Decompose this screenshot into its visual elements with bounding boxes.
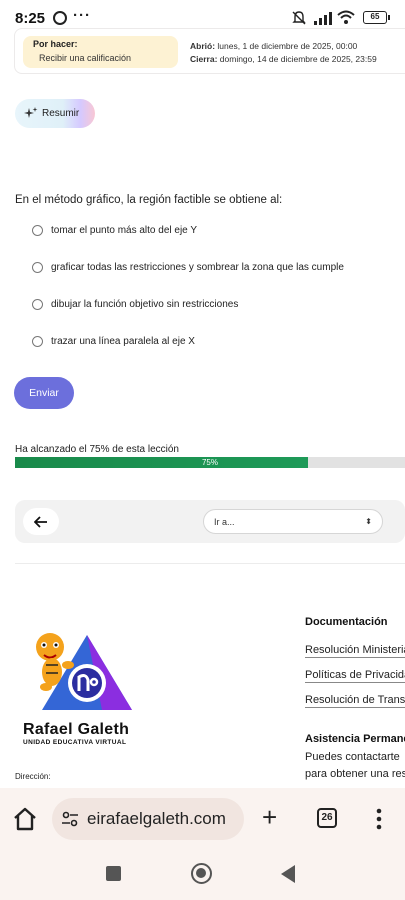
answer-option[interactable]: tomar el punto más alto del eje Y bbox=[32, 225, 197, 236]
summarize-button[interactable]: Resumir bbox=[15, 99, 95, 128]
doc-link[interactable]: Políticas de Privacidad bbox=[305, 669, 405, 683]
brand-name: Rafael Galeth bbox=[23, 721, 130, 738]
address-label: Dirección: bbox=[15, 772, 51, 781]
new-tab-button[interactable]: + bbox=[262, 802, 277, 832]
radio-button[interactable] bbox=[32, 262, 43, 273]
documentation-heading: Documentación bbox=[305, 616, 388, 628]
site-settings-icon[interactable] bbox=[61, 810, 79, 828]
assistance-heading: Asistencia Permanente bbox=[305, 733, 405, 745]
chevron-updown-icon: ⬍ bbox=[365, 517, 372, 526]
radio-button[interactable] bbox=[32, 225, 43, 236]
jump-to-value: Ir a... bbox=[214, 516, 235, 527]
submit-button[interactable]: Enviar bbox=[14, 377, 74, 409]
home-icon[interactable] bbox=[12, 806, 38, 832]
question-text: En el método gráfico, la región factible… bbox=[15, 194, 283, 206]
progress-percent: 75% bbox=[201, 458, 218, 467]
summarize-label: Resumir bbox=[42, 108, 80, 119]
assistance-line: Puedes contactarte bbox=[305, 751, 400, 763]
radio-button[interactable] bbox=[32, 336, 43, 347]
closes-label: Cierra: bbox=[190, 54, 218, 64]
tab-switcher-button[interactable]: 26 bbox=[317, 808, 337, 828]
home-button[interactable] bbox=[191, 863, 212, 884]
whatsapp-icon bbox=[53, 11, 67, 25]
jump-to-select[interactable]: Ir a... ⬍ bbox=[203, 509, 383, 534]
doc-link[interactable]: Resolución de Transparencia bbox=[305, 694, 405, 708]
todo-badge: Por hacer: Recibir una calificación bbox=[23, 36, 178, 68]
assistance-line: para obtener una respuesta bbox=[305, 768, 405, 780]
radio-button[interactable] bbox=[32, 299, 43, 310]
browser-toolbar: eirafaelgaleth.com + 26 bbox=[0, 788, 405, 850]
address-bar[interactable]: eirafaelgaleth.com bbox=[52, 798, 244, 840]
progress-bar: 75% bbox=[15, 457, 405, 468]
assistance-text: Puedes contactarte para obtener una resp… bbox=[305, 749, 405, 783]
answer-option[interactable]: trazar una línea paralela al eje X bbox=[32, 336, 195, 347]
previous-activity-button[interactable] bbox=[23, 508, 59, 535]
activity-navigation: Ir a... ⬍ bbox=[15, 500, 405, 543]
answer-option[interactable]: graficar todas las restricciones y sombr… bbox=[32, 262, 344, 273]
opened-value: lunes, 1 de diciembre de 2025, 00:00 bbox=[217, 41, 358, 51]
todo-title: Por hacer: bbox=[33, 39, 78, 49]
arrow-left-icon bbox=[34, 515, 47, 528]
doc-link[interactable]: Resolución Ministerial bbox=[305, 644, 405, 658]
todo-item: Recibir una calificación bbox=[39, 53, 132, 63]
activity-dates: Abrió: lunes, 1 de diciembre de 2025, 00… bbox=[190, 40, 377, 66]
answer-option[interactable]: dibujar la función objetivo sin restricc… bbox=[32, 299, 238, 310]
more-notifications-icon: ··· bbox=[73, 7, 91, 24]
answer-option-label: graficar todas las restricciones y sombr… bbox=[51, 262, 344, 273]
signal-icon bbox=[314, 12, 332, 25]
sparkle-icon bbox=[24, 106, 38, 118]
back-button[interactable] bbox=[281, 865, 295, 883]
divider bbox=[15, 563, 405, 564]
activity-dates-card: Por hacer: Recibir una calificación Abri… bbox=[14, 28, 405, 74]
system-navigation-bar bbox=[0, 850, 405, 900]
recents-button[interactable] bbox=[106, 866, 121, 881]
url-text: eirafaelgaleth.com bbox=[87, 809, 226, 828]
battery-icon: 65 bbox=[363, 11, 390, 24]
brand-subtitle: UNIDAD EDUCATIVA VIRTUAL bbox=[23, 739, 127, 746]
answer-option-label: tomar el punto más alto del eje Y bbox=[51, 225, 198, 236]
opened-label: Abrió: bbox=[190, 41, 216, 51]
answer-option-label: trazar una línea paralela al eje X bbox=[51, 336, 195, 347]
wifi-icon bbox=[337, 10, 355, 24]
mute-icon bbox=[292, 11, 306, 25]
progress-label: Ha alcanzado el 75% de esta lección bbox=[15, 444, 179, 455]
more-menu-icon[interactable] bbox=[372, 806, 386, 832]
answer-option-label: dibujar la función objetivo sin restricc… bbox=[51, 299, 239, 310]
status-time: 8:25 bbox=[15, 10, 46, 27]
closes-value: domingo, 14 de diciembre de 2025, 23:59 bbox=[219, 54, 377, 64]
